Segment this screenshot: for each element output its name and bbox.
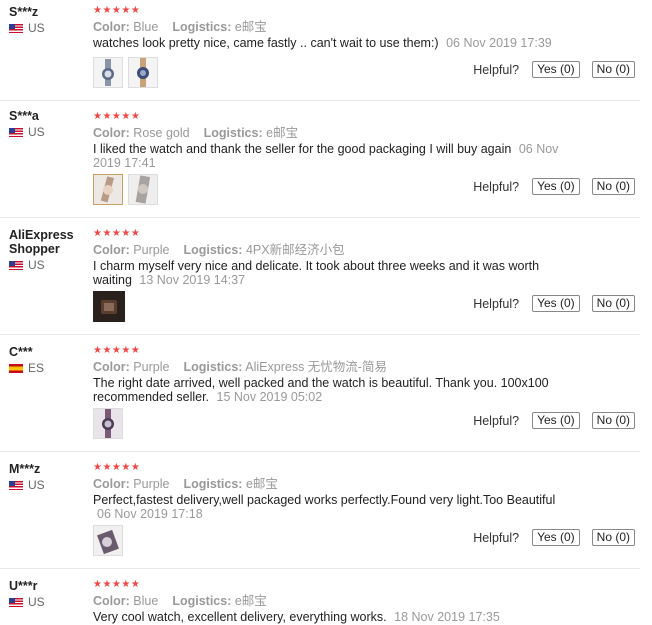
review-item: M***z US ★★★★★ Color: Purple Logistics: e…: [0, 452, 640, 569]
us-flag-icon: [9, 127, 23, 137]
reviewer-country: US: [9, 125, 87, 139]
reviewer-country: US: [9, 478, 87, 492]
review-date: 15 Nov 2019 05:02: [216, 389, 323, 404]
helpful-section: Helpful? Yes (0) No (0): [473, 412, 635, 429]
review-text: The right date arrived, well packed and …: [93, 376, 549, 404]
helpful-no-button[interactable]: No (0): [591, 412, 635, 429]
helpful-label: Helpful?: [473, 179, 520, 194]
helpful-section: Helpful? Yes (0) No (0): [473, 178, 635, 195]
helpful-yes-button[interactable]: Yes (0): [532, 412, 580, 429]
reviewer-name: U***r: [9, 579, 38, 593]
helpful-label: Helpful?: [473, 62, 520, 77]
review-item: AliExpress Shopper US ★★★★★ Color: Purpl…: [0, 218, 640, 335]
helpful-no-button[interactable]: No (0): [591, 61, 635, 78]
reviewer-country: US: [9, 21, 87, 35]
review-photo[interactable]: [93, 408, 123, 439]
helpful-yes-button[interactable]: Yes (0): [532, 178, 580, 195]
reviewer-name: S***a: [9, 109, 39, 123]
order-info: Color: Purple Logistics: AliExpress 无忧物流-…: [93, 360, 387, 374]
review-photo[interactable]: [128, 57, 158, 88]
helpful-label: Helpful?: [473, 530, 520, 545]
review-item: S***a US ★★★★★ Color: Rose gold Logistics…: [0, 101, 640, 218]
helpful-section: Helpful? Yes (0) No (0): [473, 295, 635, 312]
review-text: Very cool watch, excellent delivery, eve…: [93, 610, 500, 624]
us-flag-icon: [9, 597, 23, 607]
review-item: S***z US ★★★★★ Color: Blue Logistics: e邮宝…: [0, 0, 640, 101]
review-text: I charm myself very nice and delicate. I…: [93, 259, 540, 287]
helpful-yes-button[interactable]: Yes (0): [532, 295, 580, 312]
helpful-yes-button[interactable]: Yes (0): [532, 529, 580, 546]
review-text: I liked the watch and thank the seller f…: [93, 142, 559, 170]
review-date: 06 Nov 2019 17:18: [97, 506, 203, 521]
helpful-no-button[interactable]: No (0): [591, 295, 635, 312]
helpful-label: Helpful?: [473, 413, 520, 428]
reviewer-name: S***z: [9, 5, 39, 19]
order-info: Color: Purple Logistics: e邮宝: [93, 477, 278, 491]
rating-stars: ★★★★★: [93, 5, 141, 16]
es-flag-icon: [9, 363, 23, 373]
review-text: Perfect,fastest delivery,well packaged w…: [93, 493, 556, 521]
review-photo[interactable]: [93, 174, 123, 205]
us-flag-icon: [9, 23, 23, 33]
order-info: Color: Blue Logistics: e邮宝: [93, 20, 267, 34]
rating-stars: ★★★★★: [93, 462, 141, 473]
review-photo[interactable]: [93, 525, 123, 556]
helpful-section: Helpful? Yes (0) No (0): [473, 529, 635, 546]
review-item: U***r US ★★★★★ Color: Blue Logistics: e邮宝…: [0, 569, 640, 625]
helpful-yes-button[interactable]: Yes (0): [532, 61, 580, 78]
helpful-section: Helpful? Yes (0) No (0): [473, 61, 635, 78]
helpful-no-button[interactable]: No (0): [591, 529, 635, 546]
review-photo[interactable]: [128, 174, 158, 205]
review-date: 18 Nov 2019 17:35: [394, 610, 500, 624]
review-item: C*** ES ★★★★★ Color: Purple Logistics: Al…: [0, 335, 640, 452]
review-photo[interactable]: [93, 291, 125, 322]
reviewer-country: ES: [9, 361, 87, 375]
review-date: 13 Nov 2019 14:37: [139, 272, 246, 287]
review-text: watches look pretty nice, came fastly ..…: [93, 36, 552, 50]
review-photo[interactable]: [93, 57, 123, 88]
reviewer-name: C***: [9, 345, 33, 359]
rating-stars: ★★★★★: [93, 228, 141, 239]
rating-stars: ★★★★★: [93, 579, 141, 590]
review-date: 06 Nov 2019 17:39: [446, 36, 552, 50]
helpful-label: Helpful?: [473, 296, 520, 311]
us-flag-icon: [9, 260, 23, 270]
reviewer-country: US: [9, 258, 87, 272]
reviewer-country: US: [9, 595, 87, 609]
order-info: Color: Purple Logistics: 4PX新邮经济小包: [93, 243, 345, 257]
rating-stars: ★★★★★: [93, 345, 141, 356]
reviewer-name: AliExpress Shopper: [9, 228, 74, 256]
order-info: Color: Blue Logistics: e邮宝: [93, 594, 267, 608]
order-info: Color: Rose gold Logistics: e邮宝: [93, 126, 299, 140]
rating-stars: ★★★★★: [93, 111, 141, 122]
helpful-no-button[interactable]: No (0): [591, 178, 635, 195]
us-flag-icon: [9, 480, 23, 490]
reviewer-name: M***z: [9, 462, 41, 476]
